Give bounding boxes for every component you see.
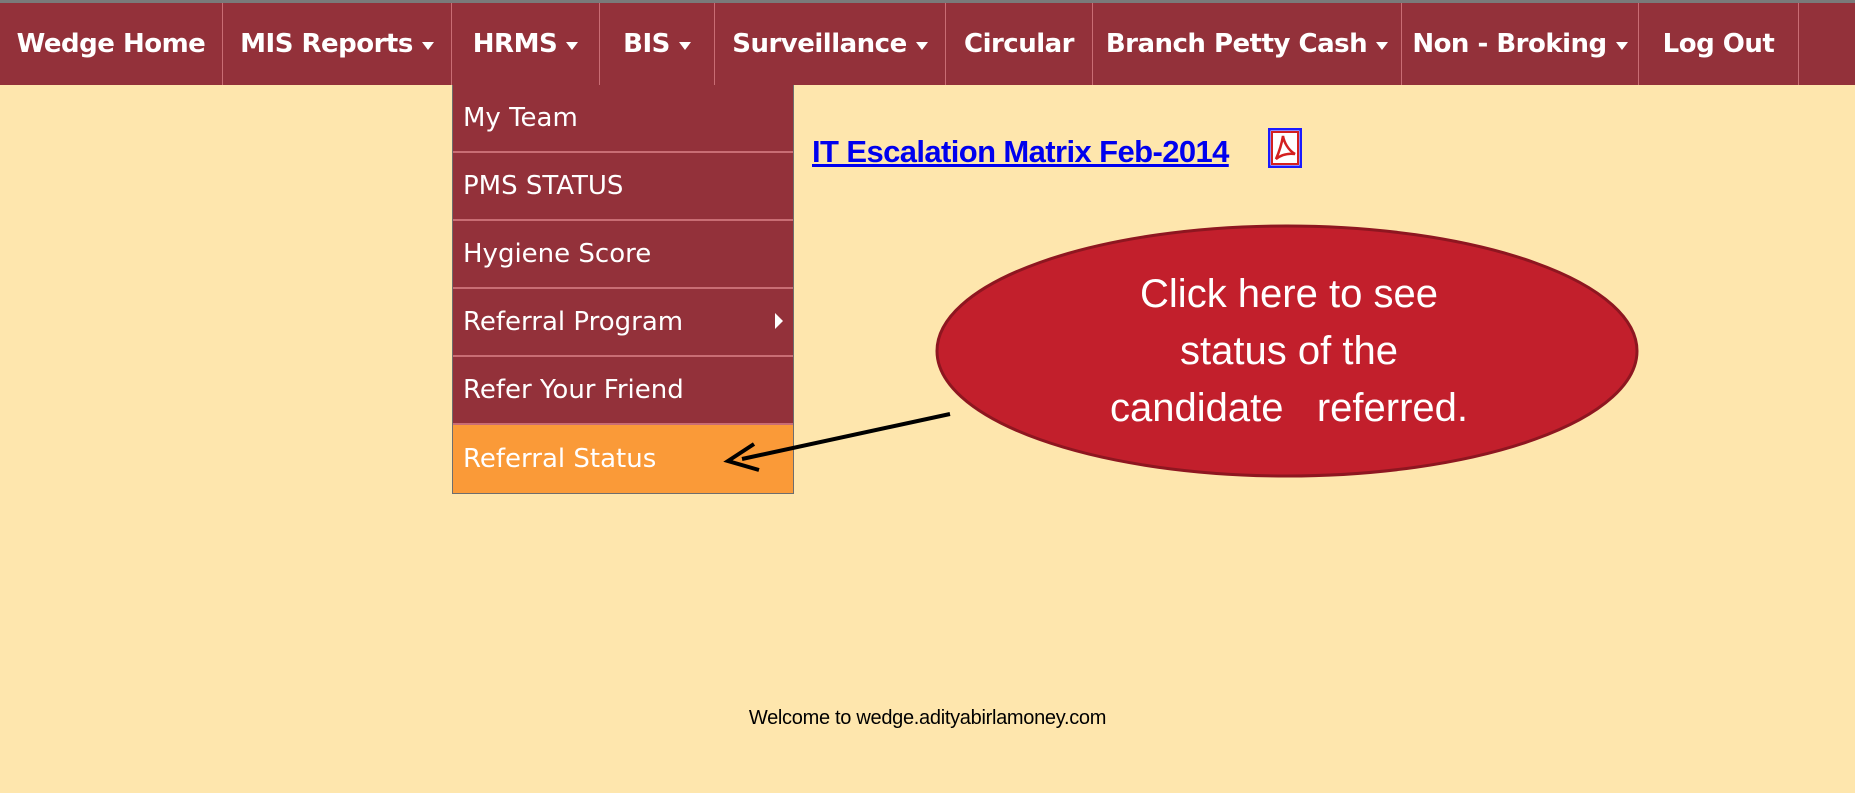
caret-down-icon [421,42,434,50]
menu-item-my-team[interactable]: My Team [453,85,793,153]
nav-label: MIS Reports [240,29,413,59]
hrms-dropdown-menu: My Team PMS STATUS Hygiene Score Referra… [452,85,794,494]
chevron-right-icon [775,313,783,329]
nav-log-out[interactable]: Log Out [1639,3,1799,85]
nav-hrms[interactable]: HRMS [452,3,600,85]
menu-item-label: Referral Status [463,444,657,474]
menu-item-refer-your-friend[interactable]: Refer Your Friend [453,357,793,425]
nav-label: Branch Petty Cash [1105,29,1368,59]
nav-branch-petty-cash[interactable]: Branch Petty Cash [1093,3,1402,85]
nav-surveillance[interactable]: Surveillance [715,3,946,85]
nav-wedge-home[interactable]: Wedge Home [0,3,223,85]
menu-item-label: Hygiene Score [463,239,652,269]
caret-down-icon [1615,42,1628,50]
nav-label: HRMS [472,29,558,59]
caret-down-icon [1376,42,1389,50]
top-navigation-bar: Wedge Home MIS Reports HRMS BIS Surveill… [0,0,1855,85]
nav-bis[interactable]: BIS [600,3,715,85]
menu-item-label: My Team [463,103,578,133]
menu-item-label: Referral Program [463,307,684,337]
menu-item-hygiene-score[interactable]: Hygiene Score [453,221,793,289]
menu-item-label: PMS STATUS [463,171,624,201]
menu-item-referral-status[interactable]: Referral Status [453,425,793,493]
page: Wedge Home MIS Reports HRMS BIS Surveill… [0,0,1855,793]
nav-label: Surveillance [732,29,907,59]
nav-label: Circular [963,29,1075,59]
menu-item-pms-status[interactable]: PMS STATUS [453,153,793,221]
it-escalation-matrix-link[interactable]: IT Escalation Matrix Feb-2014 [812,134,1229,170]
nav-circular[interactable]: Circular [946,3,1093,85]
caret-down-icon [566,42,579,50]
nav-label: BIS [623,29,670,59]
menu-item-label: Refer Your Friend [463,375,684,405]
welcome-footer-text: Welcome to wedge.adityabirlamoney.com [748,707,1107,729]
annotation-callout-text: Click here to see status of the candidat… [1110,272,1468,430]
caret-down-icon [915,42,928,50]
nav-label: Non - Broking [1412,29,1607,59]
caret-down-icon [678,42,691,50]
nav-mis-reports[interactable]: MIS Reports [223,3,452,85]
pdf-icon[interactable] [1268,128,1302,168]
nav-label: Log Out [1662,29,1775,59]
nav-label: Wedge Home [16,29,206,59]
nav-non-broking[interactable]: Non - Broking [1402,3,1639,85]
menu-item-referral-program[interactable]: Referral Program [453,289,793,357]
